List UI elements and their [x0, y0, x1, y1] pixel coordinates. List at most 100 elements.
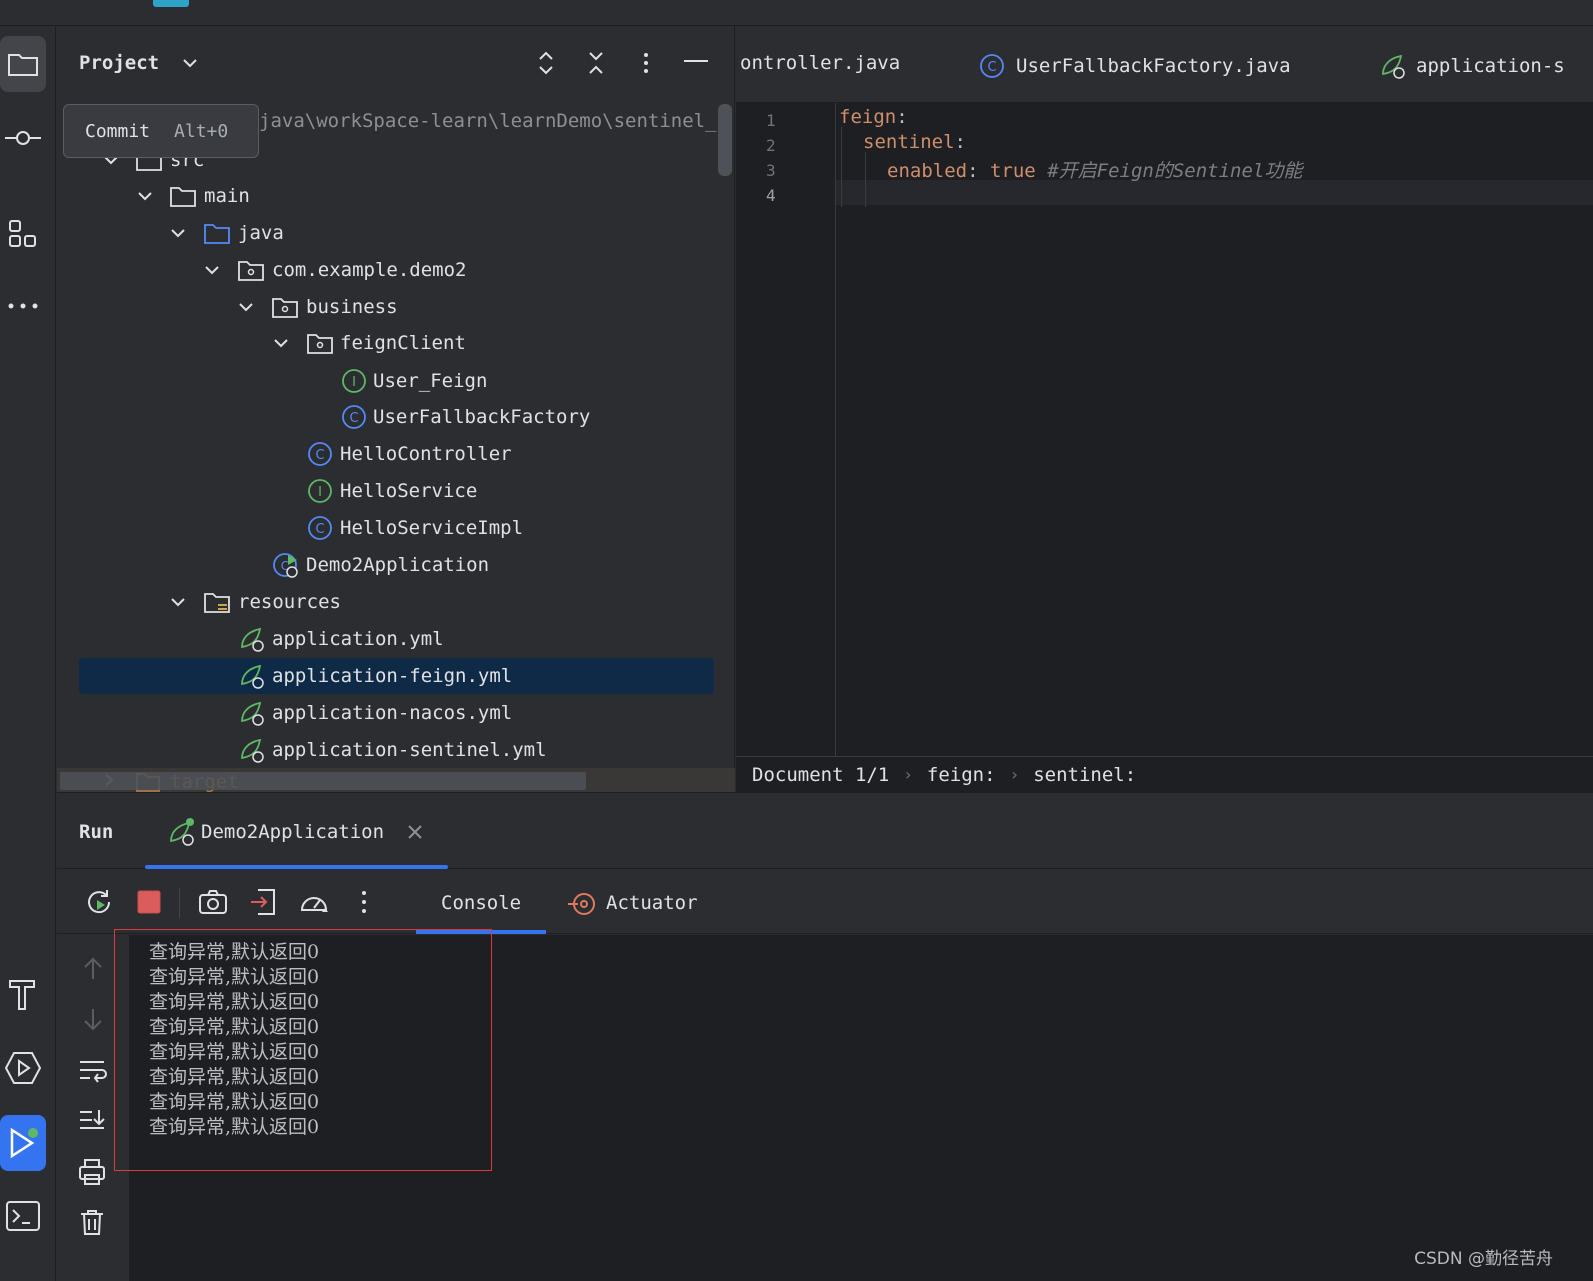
tree-row-application-nacos-yml[interactable]: application-nacos.yml: [57, 695, 717, 731]
tree-label: HelloService: [340, 480, 478, 502]
more-vertical-icon[interactable]: [631, 48, 661, 78]
services-tool-button[interactable]: [0, 1040, 46, 1096]
tree-row-business[interactable]: business: [57, 289, 717, 325]
package-icon: [307, 334, 333, 354]
spring-yml-icon: [241, 627, 264, 652]
camera-icon[interactable]: [197, 886, 229, 918]
tool-window-bar: [0, 26, 56, 1281]
run-config-label: Demo2Application: [201, 821, 385, 843]
tree-row-helloservice[interactable]: I HelloService: [57, 473, 717, 509]
tree-row-application-feign-yml[interactable]: application-feign.yml: [79, 658, 714, 694]
chevron-down-icon: [182, 59, 197, 68]
trash-icon[interactable]: [77, 1207, 107, 1237]
more-vertical-icon[interactable]: [348, 886, 380, 918]
breadcrumb-document[interactable]: Document 1/1: [752, 764, 889, 786]
class-icon: C: [980, 54, 1004, 78]
project-view-selector[interactable]: Project: [79, 52, 199, 74]
commit-icon: [5, 131, 41, 145]
vertical-scrollbar[interactable]: [718, 104, 732, 176]
collapse-all-icon[interactable]: [581, 48, 611, 78]
tab-console[interactable]: Console: [441, 892, 521, 914]
code-line-3: enabled: true #开启Feign的Sentinel功能: [887, 156, 1302, 183]
arrow-down-icon[interactable]: [79, 1005, 107, 1033]
tree-label: application-nacos.yml: [272, 702, 513, 724]
spring-yml-icon: [241, 664, 264, 689]
tree-label: Demo2Application: [306, 554, 490, 576]
tree-row-demo2application[interactable]: C Demo2Application: [57, 547, 717, 583]
project-tool-button[interactable]: [0, 36, 46, 92]
yaml-value: true: [989, 160, 1036, 182]
commit-tool-button[interactable]: [0, 110, 46, 166]
tree-row-userfallbackfactory[interactable]: C UserFallbackFactory: [57, 399, 717, 435]
svg-text:I: I: [352, 375, 356, 390]
tree-row-feignclient[interactable]: feignClient: [57, 325, 717, 361]
tree-label: application.yml: [272, 628, 444, 650]
run-tool-button[interactable]: [0, 1115, 46, 1171]
breadcrumb-sentinel[interactable]: sentinel:: [1033, 764, 1136, 786]
terminal-tool-button[interactable]: [0, 1188, 46, 1244]
package-icon: [238, 261, 264, 281]
tree-label: business: [306, 296, 398, 318]
yaml-key: sentinel: [863, 131, 955, 153]
tree-label: com.example.demo2: [272, 259, 467, 281]
spring-yml-icon: [1382, 54, 1405, 79]
more-tools-button[interactable]: [0, 278, 46, 334]
title-bar-indicator: [153, 0, 189, 7]
project-path: java\workSpace-learn\learnDemo\sentinel_…: [259, 110, 728, 132]
tab-controller-java[interactable]: ontroller.java: [740, 52, 900, 74]
rerun-icon[interactable]: [83, 886, 115, 918]
scroll-to-end-icon[interactable]: [77, 1107, 107, 1135]
class-icon: C: [342, 405, 366, 429]
tree-row-java[interactable]: java: [57, 215, 717, 251]
tree-label: application-sentinel.yml: [272, 739, 547, 761]
tab-application-yml[interactable]: application-s: [1378, 52, 1565, 80]
print-icon[interactable]: [77, 1157, 107, 1187]
svg-text:I: I: [318, 485, 322, 500]
tree-label: application-feign.yml: [272, 665, 513, 687]
run-config-tab[interactable]: Demo2Application: [167, 815, 424, 849]
stop-icon[interactable]: [133, 886, 165, 918]
spring-run-icon: [170, 818, 194, 846]
tree-row-application-sentinel-yml[interactable]: application-sentinel.yml: [57, 732, 717, 768]
tree-row-user-feign[interactable]: I User_Feign: [57, 363, 717, 399]
resources-folder-icon: [204, 593, 230, 613]
class-icon: C: [308, 516, 332, 540]
breadcrumb-feign[interactable]: feign:: [927, 764, 996, 786]
arrow-up-icon[interactable]: [79, 955, 107, 983]
yaml-key: feign: [839, 106, 897, 128]
build-tool-button[interactable]: [0, 966, 46, 1022]
tree-row-resources[interactable]: resources: [57, 584, 717, 620]
tree-row-hellocontroller[interactable]: C HelloController: [57, 436, 717, 472]
tab-userfallbackfactory-java[interactable]: C UserFallbackFactory.java: [978, 52, 1291, 80]
run-toolbar: Console Actuator: [57, 870, 1593, 934]
yaml-key: enabled: [887, 160, 968, 182]
source-folder-icon: [204, 224, 230, 244]
highlight-annotation-box: [114, 929, 492, 1171]
tooltip-shortcut: Alt+0: [174, 120, 229, 142]
close-icon[interactable]: [406, 823, 424, 841]
minimize-icon[interactable]: [681, 48, 711, 78]
expand-all-icon[interactable]: [531, 48, 561, 78]
horizontal-scrollbar[interactable]: [60, 772, 586, 790]
tab-actuator[interactable]: Actuator: [606, 892, 698, 914]
class-icon: C: [308, 442, 332, 466]
tree-row-helloserviceimpl[interactable]: C HelloServiceImpl: [57, 510, 717, 546]
structure-tool-button[interactable]: [0, 206, 46, 262]
tree-row-main[interactable]: main: [57, 178, 717, 214]
spring-yml-icon: [241, 738, 264, 763]
spring-boot-class-icon: C: [273, 553, 298, 578]
line-gutter: 1 2 3 4: [736, 103, 836, 756]
chevron-down-icon: [138, 192, 152, 201]
code-area[interactable]: feign: sentinel: enabled: true #开启Feign的…: [837, 103, 1593, 756]
chevron-down-icon: [274, 339, 288, 348]
restore-layout-icon[interactable]: [248, 886, 280, 918]
spring-yml-icon: [241, 701, 264, 726]
soft-wrap-icon[interactable]: [77, 1057, 107, 1085]
tree-row-package[interactable]: com.example.demo2: [57, 252, 717, 288]
tree-label: feignClient: [340, 332, 466, 354]
hammer-icon: [9, 980, 35, 1010]
chevron-down-icon: [205, 266, 219, 275]
profiler-icon[interactable]: [298, 886, 330, 918]
tree-row-application-yml[interactable]: application.yml: [57, 621, 717, 657]
folder-icon: [170, 187, 196, 207]
